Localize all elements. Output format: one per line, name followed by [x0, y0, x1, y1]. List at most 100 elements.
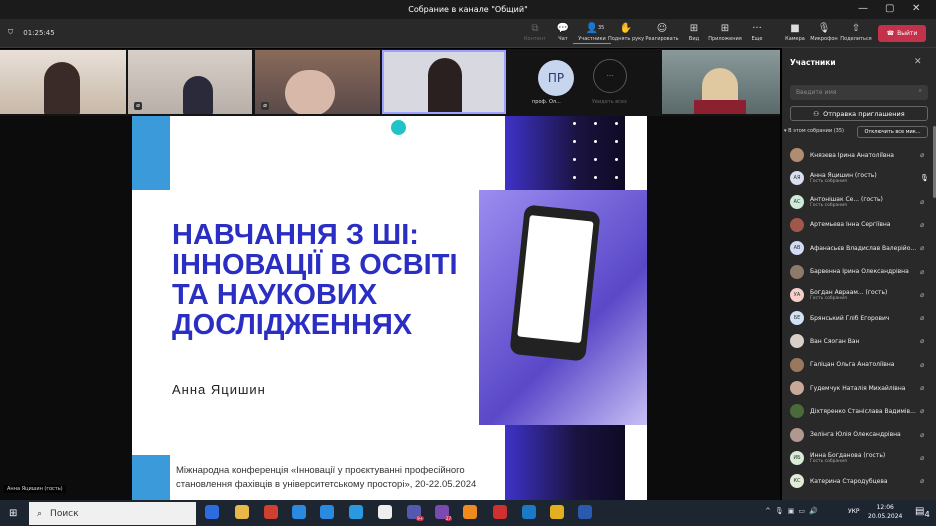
- toolbar-label: Еще: [751, 36, 763, 42]
- mic-off-icon[interactable]: ⌀: [920, 314, 930, 322]
- participant-name: Князева Ірина Анатоліївна: [810, 151, 894, 159]
- participant-video: [285, 70, 335, 114]
- mic-off-icon[interactable]: ⌀: [920, 291, 930, 299]
- toolbar-button-share-screen[interactable]: ⇧ Поделиться: [837, 22, 875, 42]
- participant-name: Гудемчук Наталія Михайлівна: [810, 384, 906, 392]
- mic-on-icon[interactable]: 🎙: [920, 174, 930, 182]
- participant-item[interactable]: Князева Ірина Анатоліївна ⌀: [790, 145, 930, 165]
- participant-item[interactable]: Зелінга Юлія Олександрівна ⌀: [790, 425, 930, 445]
- video-tile[interactable]: [662, 50, 780, 114]
- mic-off-icon[interactable]: ⌀: [920, 268, 930, 276]
- participant-name: Артемьева Інна Сергіївна: [810, 221, 891, 229]
- participant-video: [44, 62, 80, 114]
- maximize-button[interactable]: ▢: [885, 3, 894, 14]
- mic-off-icon[interactable]: ⌀: [920, 407, 930, 415]
- toolbar-button-more[interactable]: ··· Еще: [738, 22, 776, 42]
- close-panel-button[interactable]: ✕: [914, 57, 922, 67]
- word-icon[interactable]: [578, 505, 592, 519]
- ccleaner-icon[interactable]: [264, 505, 278, 519]
- participant-item[interactable]: Барвенна Ірина Олександрівна ⌀: [790, 262, 930, 282]
- participant-item[interactable]: ИБ Инна Богданова (гость) Гость собрания ⌀: [790, 448, 930, 468]
- toolbar-label: Камера: [785, 36, 805, 42]
- close-button[interactable]: ✕: [912, 3, 920, 14]
- see-all-label[interactable]: Увидеть всех: [592, 99, 627, 105]
- section-header[interactable]: ▾ В этом собрании (35): [784, 128, 844, 134]
- video-tile[interactable]: [0, 50, 126, 114]
- participant-item[interactable]: БЕ Брянський Гліб Егорович ⌀: [790, 308, 930, 328]
- mic-off-icon[interactable]: ⌀: [920, 221, 930, 229]
- slide-dot: [615, 158, 618, 161]
- video-tile[interactable]: ⌀: [255, 50, 380, 114]
- slide-dot: [573, 140, 576, 143]
- mic-off-icon[interactable]: ⌀: [920, 198, 930, 206]
- participant-item[interactable]: Ван Сяоган Ван ⌀: [790, 331, 930, 351]
- mic-off-icon[interactable]: ⌀: [920, 454, 930, 462]
- more-participants-button[interactable]: ···: [593, 59, 627, 93]
- language-indicator[interactable]: УКР: [848, 508, 860, 515]
- slide-dot: [594, 158, 597, 161]
- taskbar-search[interactable]: ⌕ Поиск: [29, 502, 196, 525]
- participant-item[interactable]: УА Богдан Авраам... (гость) Гость собрания…: [790, 285, 930, 305]
- avatar: [790, 381, 804, 395]
- participant-item[interactable]: Гудемчук Наталія Михайлівна ⌀: [790, 378, 930, 398]
- participant-name: Зелінга Юлія Олександрівна: [810, 431, 901, 439]
- minimize-button[interactable]: —: [858, 3, 868, 14]
- participant-item[interactable]: АВ Афанасьєв Владислав Валерійо... ⌀: [790, 238, 930, 258]
- participant-item[interactable]: Галіцан Ольга Анатоліївна ⌀: [790, 355, 930, 375]
- notification-icon[interactable]: ▤4: [915, 506, 930, 519]
- avatar: БЕ: [790, 311, 804, 326]
- avatar: [790, 334, 804, 349]
- participant-item[interactable]: АЯ Анна Яцишин (гость) Гость собрания 🎙: [790, 168, 930, 188]
- participant-name: Діхтяренко Станіслава Вадимів...: [810, 407, 916, 415]
- teams-icon[interactable]: 9+: [407, 505, 424, 521]
- app-icon[interactable]: [493, 505, 507, 519]
- leave-button[interactable]: ☎ Выйти: [878, 25, 926, 42]
- title-bar: Собрание в канале "Общий" — ▢ ✕: [0, 0, 936, 19]
- mic-off-icon[interactable]: ⌀: [920, 431, 930, 439]
- mic-off-icon[interactable]: ⌀: [920, 337, 930, 345]
- viber-icon[interactable]: 27: [435, 505, 452, 521]
- zoom-icon[interactable]: [205, 505, 219, 519]
- origin-icon[interactable]: [463, 505, 477, 519]
- participant-item[interactable]: Артемьева Інна Сергіївна ⌀: [790, 215, 930, 235]
- mail-icon[interactable]: [320, 505, 334, 519]
- send-invite-button[interactable]: ⚇ Отправка приглашения: [790, 106, 928, 121]
- participant-item[interactable]: Діхтяренко Станіслава Вадимів... ⌀: [790, 401, 930, 421]
- speaker-label: Анна Яцишин (гость): [4, 485, 66, 493]
- video-tile-active-speaker[interactable]: [382, 50, 506, 114]
- windows-start-icon[interactable]: ⊞: [9, 508, 17, 519]
- toolbar-button-hand[interactable]: ✋ Поднять руку: [607, 22, 645, 42]
- mic-off-icon[interactable]: ⌀: [920, 151, 930, 159]
- toolbar-button-people[interactable]: 👤 35 Участники: [573, 22, 611, 44]
- mic-off-icon[interactable]: ⌀: [920, 384, 930, 392]
- mute-all-button[interactable]: Отключить все мик...: [857, 126, 928, 138]
- avatar: [790, 357, 804, 372]
- slide-decoration: [132, 116, 170, 190]
- mic-off-icon[interactable]: ⌀: [920, 361, 930, 369]
- file-explorer-icon[interactable]: [235, 505, 249, 519]
- panel-title: Участники: [790, 58, 836, 67]
- participant-item[interactable]: КС Катерина Стародубцева ⌀: [790, 471, 930, 491]
- phone-image: [479, 190, 647, 425]
- outlook-icon[interactable]: [522, 505, 536, 519]
- mic-off-icon[interactable]: ⌀: [920, 477, 930, 485]
- avatar: ИБ: [790, 450, 804, 465]
- avatar[interactable]: ПР: [538, 60, 574, 96]
- clock[interactable]: 12:06 20.05.2024: [868, 503, 902, 521]
- meeting-toolbar: ⛉ 01:25:45 ⧉ Контент 💬 Чат 👤 35 Участники ✋ Подня…: [0, 19, 936, 48]
- shield-icon: ⛉: [8, 28, 14, 36]
- mic-off-icon[interactable]: ⌀: [920, 244, 930, 252]
- participant-item[interactable]: АС Антонішак Се... (гость) Гость собрания ⌀: [790, 192, 930, 212]
- system-tray-icons[interactable]: ^🎙▣▭🔊: [765, 507, 822, 515]
- clock-time: 12:06: [876, 504, 894, 511]
- share-screen-icon: ⇧: [851, 23, 861, 34]
- telegram-icon[interactable]: [349, 505, 363, 519]
- video-tile[interactable]: ⌀: [128, 50, 252, 114]
- slide-decoration: [505, 425, 625, 500]
- participant-search-input[interactable]: Введите имя ⌕: [790, 85, 928, 100]
- participant-role: Гость собрания: [810, 179, 847, 185]
- download-icon[interactable]: [292, 505, 306, 519]
- badge-count: 9+: [416, 516, 424, 521]
- notepad-icon[interactable]: [378, 505, 392, 519]
- chrome-icon[interactable]: [550, 505, 564, 519]
